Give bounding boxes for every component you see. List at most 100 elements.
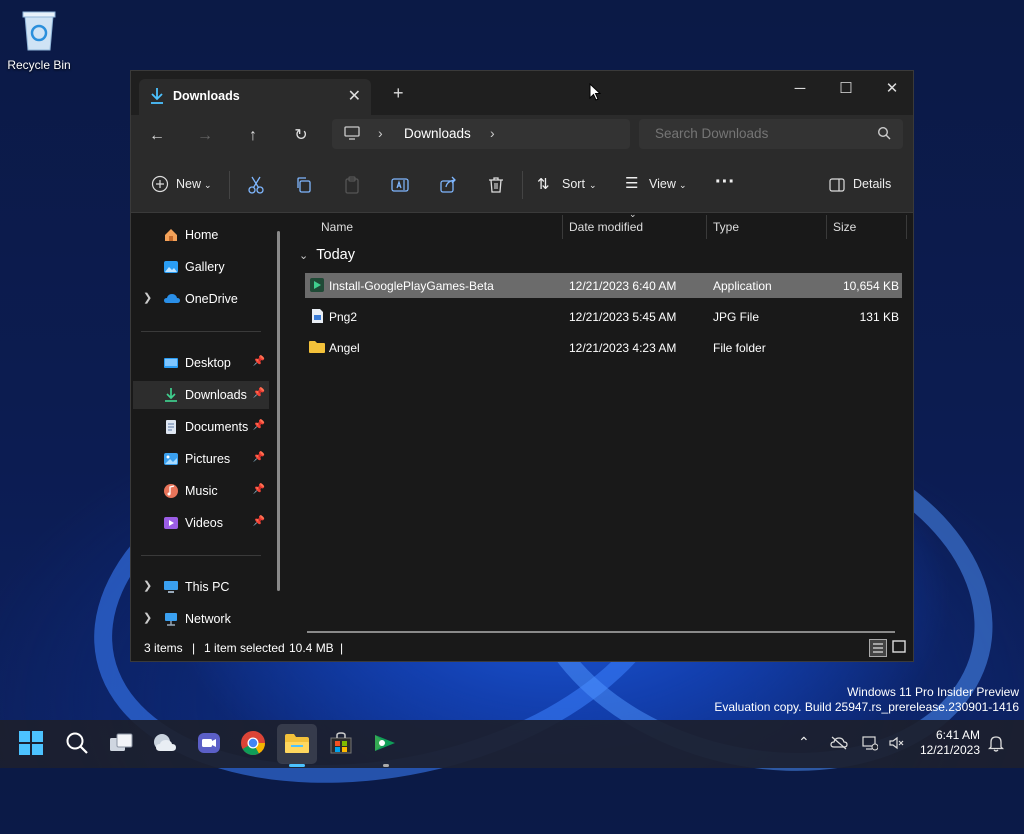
sidebar-item-home[interactable]: Home bbox=[133, 221, 269, 249]
address-bar[interactable]: › Downloads › bbox=[332, 119, 630, 149]
sidebar-item-label: Music bbox=[185, 484, 218, 498]
up-button[interactable]: ↑ bbox=[242, 125, 264, 147]
running-app-indicator bbox=[383, 764, 389, 767]
column-divider[interactable] bbox=[706, 215, 707, 239]
search-icon bbox=[877, 126, 891, 145]
chevron-right-icon[interactable]: ❯ bbox=[143, 291, 152, 304]
documents-icon bbox=[163, 419, 179, 435]
pictures-icon bbox=[163, 451, 179, 467]
search-icon[interactable] bbox=[64, 730, 92, 758]
teams-meet-icon[interactable] bbox=[196, 730, 224, 758]
paste-icon[interactable] bbox=[342, 175, 362, 195]
google-play-games-icon[interactable] bbox=[372, 730, 400, 758]
sidebar-item-label: Network bbox=[185, 612, 231, 626]
tab-downloads[interactable]: Downloads ✕ bbox=[139, 79, 371, 115]
sidebar-item-onedrive[interactable]: ❯ OneDrive bbox=[133, 285, 269, 313]
sidebar-item-downloads[interactable]: Downloads 📌 bbox=[133, 381, 269, 409]
download-icon bbox=[163, 387, 179, 403]
details-view-icon[interactable] bbox=[869, 639, 887, 660]
home-icon bbox=[163, 227, 179, 243]
folder-icon bbox=[308, 340, 326, 357]
sort-button-label: Sort bbox=[562, 177, 585, 191]
search-box[interactable] bbox=[639, 119, 903, 149]
sidebar-item-music[interactable]: Music 📌 bbox=[133, 477, 269, 505]
volume-muted-icon[interactable] bbox=[888, 735, 904, 754]
sidebar-divider bbox=[141, 331, 261, 332]
desktop-icon-recycle-bin[interactable]: Recycle Bin bbox=[6, 8, 72, 72]
sidebar-item-label: Videos bbox=[185, 516, 223, 530]
desktop-folder-icon bbox=[163, 355, 179, 371]
breadcrumb-downloads[interactable]: Downloads bbox=[404, 126, 471, 141]
column-divider[interactable] bbox=[906, 215, 907, 239]
microsoft-store-icon[interactable] bbox=[328, 730, 356, 758]
sidebar-item-network[interactable]: ❯ Network bbox=[133, 605, 269, 633]
pin-icon: 📌 bbox=[252, 388, 265, 399]
minimize-button[interactable]: ─ bbox=[777, 75, 823, 103]
pin-icon: 📌 bbox=[252, 484, 265, 495]
share-icon[interactable] bbox=[438, 175, 458, 195]
rename-icon[interactable] bbox=[390, 175, 410, 195]
back-button[interactable]: ← bbox=[146, 125, 168, 147]
navigation-scrollbar[interactable] bbox=[277, 231, 280, 591]
table-row[interactable]: Png2 12/21/2023 5:45 AM JPG File 131 KB bbox=[305, 304, 902, 329]
group-header-today[interactable]: ⌄ Today bbox=[299, 247, 355, 263]
column-header-size[interactable]: Size bbox=[833, 220, 856, 246]
column-divider[interactable] bbox=[826, 215, 827, 239]
pin-icon: 📌 bbox=[252, 420, 265, 431]
sidebar-item-label: This PC bbox=[185, 580, 230, 594]
command-bar: New ⌄ ⇅ Sort ⌄ ☰ View ⌄ ··· Details bbox=[131, 157, 913, 213]
sidebar-item-videos[interactable]: Videos 📌 bbox=[133, 509, 269, 537]
close-tab-icon[interactable]: ✕ bbox=[348, 86, 361, 106]
sidebar-item-documents[interactable]: Documents 📌 bbox=[133, 413, 269, 441]
title-bar[interactable]: Downloads ✕ + ─ ☐ ✕ bbox=[131, 71, 913, 115]
chevron-down-icon: ⌄ bbox=[589, 180, 597, 190]
column-header-date[interactable]: Date modified bbox=[569, 220, 643, 246]
sidebar-item-label: Pictures bbox=[185, 452, 231, 466]
file-type: Application bbox=[713, 279, 772, 293]
chevron-right-icon[interactable]: ❯ bbox=[143, 611, 152, 624]
table-row[interactable]: Install-GooglePlayGames-Beta 12/21/2023 … bbox=[305, 273, 902, 298]
chevron-up-icon[interactable]: ⌃ bbox=[798, 734, 810, 751]
music-icon bbox=[163, 483, 179, 499]
chevron-right-icon[interactable]: › bbox=[490, 125, 495, 141]
tiles-view-icon[interactable] bbox=[891, 639, 907, 658]
copy-icon[interactable] bbox=[294, 175, 314, 195]
taskbar-clock[interactable]: 6:41 AM 12/21/2023 bbox=[920, 728, 980, 758]
chevron-right-icon[interactable]: ❯ bbox=[143, 579, 152, 592]
sidebar-item-this-pc[interactable]: ❯ This PC bbox=[133, 573, 269, 601]
delete-icon[interactable] bbox=[486, 175, 506, 195]
navigation-pane: Home Gallery ❯ OneDrive Desktop 📌 Downlo… bbox=[131, 213, 289, 631]
maximize-button[interactable]: ☐ bbox=[823, 75, 869, 103]
close-window-button[interactable]: ✕ bbox=[869, 75, 915, 103]
table-row[interactable]: Angel 12/21/2023 4:23 AM File folder bbox=[305, 335, 902, 360]
chevron-down-icon: ⌄ bbox=[204, 180, 212, 190]
sidebar-item-pictures[interactable]: Pictures 📌 bbox=[133, 445, 269, 473]
onedrive-offline-icon[interactable] bbox=[830, 736, 848, 753]
start-button[interactable] bbox=[18, 730, 46, 758]
search-input[interactable] bbox=[653, 125, 867, 142]
chevron-down-icon: ⌄ bbox=[679, 180, 687, 190]
cloud-icon bbox=[163, 291, 180, 307]
refresh-button[interactable]: ↻ bbox=[290, 125, 312, 147]
details-button-label: Details bbox=[853, 177, 892, 191]
forward-button[interactable]: → bbox=[194, 125, 216, 147]
column-header-name[interactable]: Name bbox=[321, 220, 353, 246]
sidebar-item-gallery[interactable]: Gallery bbox=[133, 253, 269, 281]
column-header-type[interactable]: Type bbox=[713, 220, 739, 246]
sidebar-item-desktop[interactable]: Desktop 📌 bbox=[133, 349, 269, 377]
new-button-label: New bbox=[176, 177, 202, 191]
new-tab-button[interactable]: + bbox=[393, 83, 404, 104]
clock-date: 12/21/2023 bbox=[919, 743, 980, 757]
videos-icon bbox=[163, 515, 179, 531]
chevron-right-icon[interactable]: › bbox=[378, 125, 383, 141]
more-options-icon[interactable]: ··· bbox=[715, 171, 735, 194]
network-status-icon[interactable] bbox=[862, 735, 879, 754]
task-view-icon[interactable] bbox=[108, 730, 136, 758]
chrome-icon[interactable] bbox=[240, 730, 268, 758]
column-divider[interactable] bbox=[562, 215, 563, 239]
widgets-weather-icon[interactable] bbox=[152, 730, 180, 758]
notification-bell-icon[interactable] bbox=[987, 734, 1005, 755]
cut-icon[interactable] bbox=[246, 175, 266, 195]
file-explorer-icon[interactable] bbox=[284, 730, 312, 758]
file-size: 10,654 KB bbox=[842, 279, 899, 293]
